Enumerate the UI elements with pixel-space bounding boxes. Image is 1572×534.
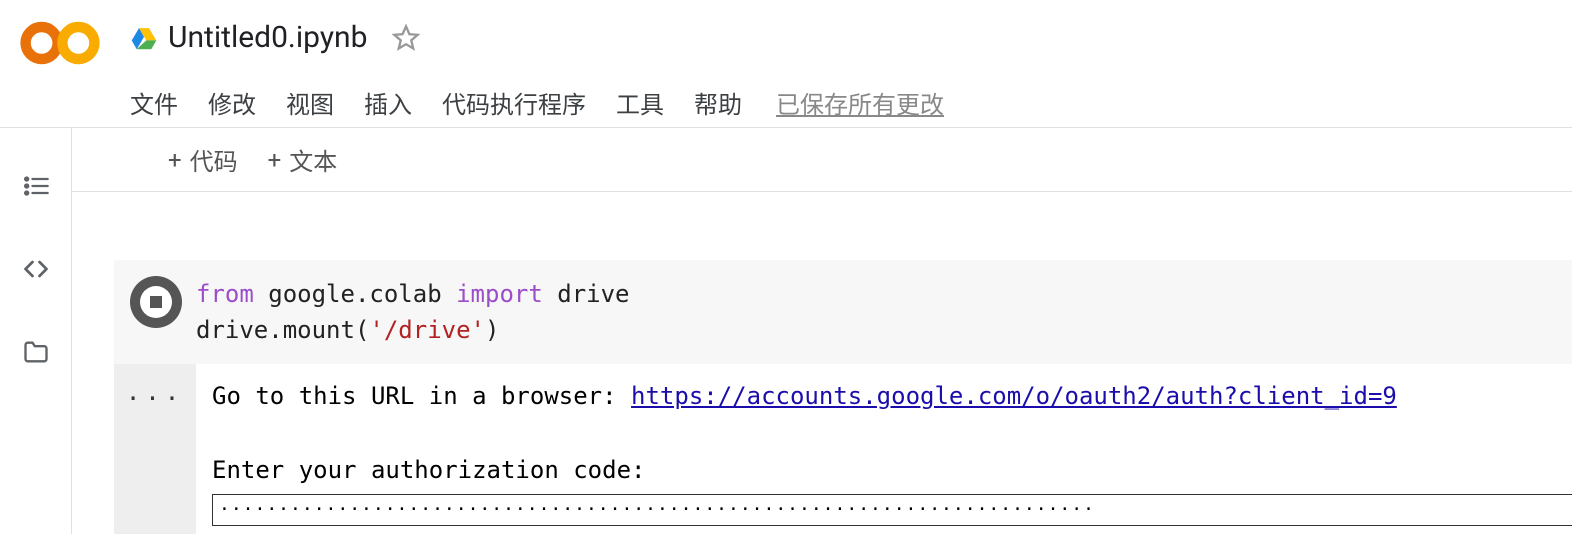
output-prompt: Go to this URL in a browser:	[212, 382, 631, 410]
code-paren: )	[485, 316, 499, 344]
toc-icon[interactable]	[22, 172, 50, 200]
menu-edit[interactable]: 修改	[208, 85, 256, 120]
code-editor[interactable]: from google.colab import drive drive.mou…	[196, 260, 1572, 364]
output-enter-code: Enter your authorization code:	[212, 456, 645, 484]
code-kw: from	[196, 280, 254, 308]
menu-help[interactable]: 帮助	[694, 85, 742, 120]
code-snippets-icon[interactable]	[22, 255, 50, 283]
code-string: '/drive'	[369, 316, 485, 344]
add-text-label: 文本	[289, 142, 337, 177]
menu-bar: 文件 修改 视图 插入 代码执行程序 工具 帮助 已保存所有更改	[130, 65, 1572, 120]
header: Untitled0.ipynb 文件 修改 视图 插入 代码执行程序 工具 帮助…	[0, 0, 1572, 128]
menu-view[interactable]: 视图	[286, 85, 334, 120]
code-cell[interactable]: from google.colab import drive drive.mou…	[114, 260, 1572, 364]
code-kw: import	[456, 280, 543, 308]
code-call: drive.mount(	[196, 316, 369, 344]
notebook-title[interactable]: Untitled0.ipynb	[168, 20, 367, 55]
output-menu-button[interactable]: ...	[114, 364, 196, 534]
colab-logo-icon	[20, 15, 100, 85]
output-text: Go to this URL in a browser: https://acc…	[196, 364, 1572, 534]
header-main: Untitled0.ipynb 文件 修改 视图 插入 代码执行程序 工具 帮助…	[130, 10, 1572, 120]
cell-output: ... Go to this URL in a browser: https:/…	[114, 364, 1572, 534]
content-area: + 代码 + 文本 from google.colab import drive…	[72, 128, 1572, 534]
drive-icon	[130, 24, 158, 52]
files-icon[interactable]	[22, 338, 50, 366]
plus-icon: +	[268, 146, 282, 174]
menu-runtime[interactable]: 代码执行程序	[442, 85, 586, 120]
code-name: drive	[557, 280, 629, 308]
add-code-button[interactable]: + 代码	[168, 142, 238, 177]
stop-icon	[140, 286, 172, 318]
title-row: Untitled0.ipynb	[130, 10, 1572, 65]
run-cell-button[interactable]	[130, 276, 182, 328]
add-text-button[interactable]: + 文本	[268, 142, 338, 177]
left-sidebar	[0, 128, 72, 534]
cell-toolbar: + 代码 + 文本	[72, 128, 1572, 192]
authorization-code-input[interactable]	[212, 494, 1572, 526]
code-module: google.colab	[268, 280, 441, 308]
plus-icon: +	[168, 146, 182, 174]
add-code-label: 代码	[190, 142, 238, 177]
menu-insert[interactable]: 插入	[364, 85, 412, 120]
saved-status[interactable]: 已保存所有更改	[776, 85, 944, 120]
oauth-link[interactable]: https://accounts.google.com/o/oauth2/aut…	[631, 382, 1397, 410]
menu-file[interactable]: 文件	[130, 85, 178, 120]
star-icon[interactable]	[392, 24, 420, 52]
menu-tools[interactable]: 工具	[616, 85, 664, 120]
